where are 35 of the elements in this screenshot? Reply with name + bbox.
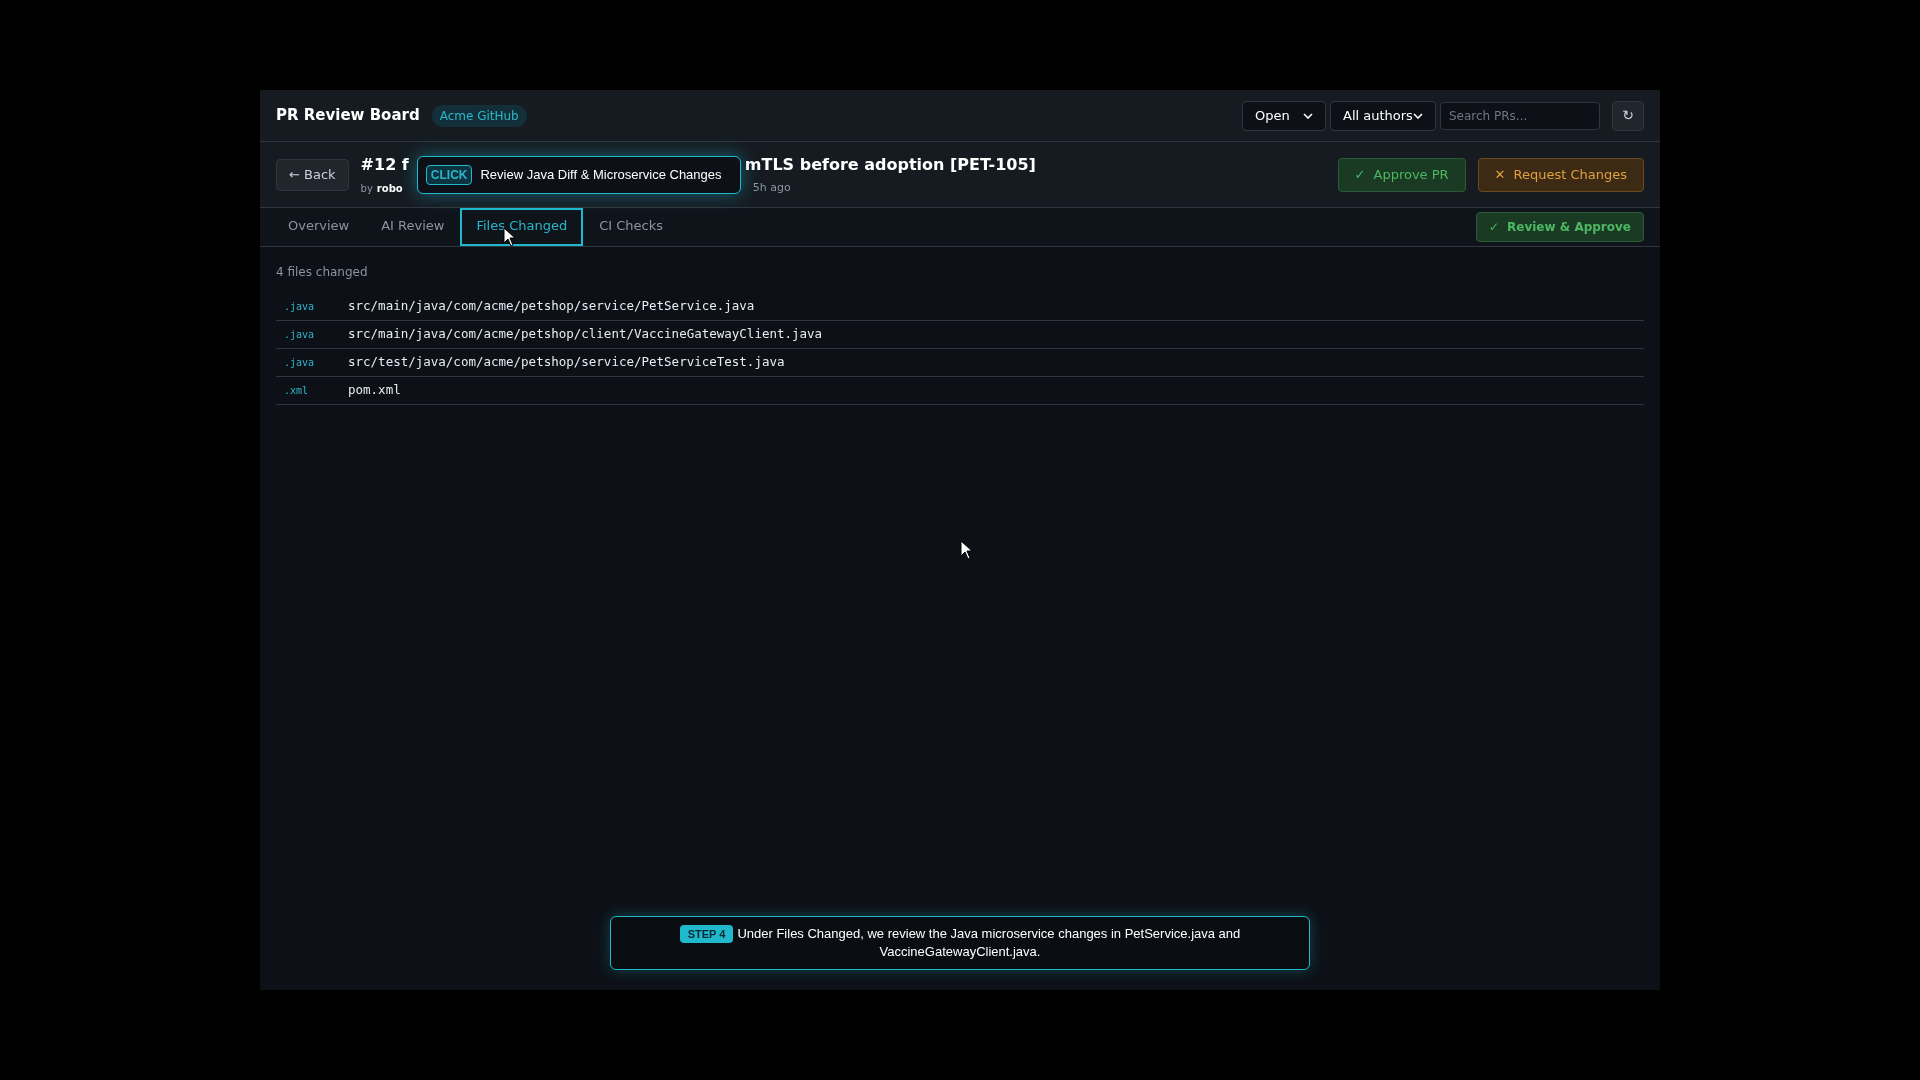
review-approve-button[interactable]: ✓ Review & Approve (1476, 212, 1644, 242)
chevron-icon (1413, 112, 1423, 119)
chevron-icon (1303, 112, 1313, 119)
file-path[interactable]: pom.xml (348, 381, 401, 400)
request-changes-button[interactable]: ✕ Request Changes (1477, 157, 1644, 192)
tab[interactable]: AI Review (365, 208, 461, 246)
tab[interactable]: Overview (272, 208, 366, 246)
cursor-icon (960, 540, 974, 560)
pr-age: 5h ago (752, 179, 792, 196)
file-path[interactable]: src/main/java/com/acme/petshop/service/PetService.java (348, 297, 755, 316)
search-field[interactable]: Search PRs... (1440, 101, 1600, 130)
pr-title: mTLS before adoption [PET-105] (744, 153, 1036, 176)
step-tag: STEP 4 (679, 925, 734, 943)
app-title: PR Review Board (276, 105, 420, 127)
action-tag: CLICK (425, 164, 473, 185)
approve-button[interactable]: ✓ Approve PR (1337, 157, 1466, 192)
pr-title: #12 f (360, 153, 409, 176)
org-tag: Acme GitHub (431, 104, 527, 127)
file-extension: .java (284, 356, 316, 370)
file-extension: .xml (284, 384, 310, 398)
back-button[interactable]: ← Back (276, 158, 349, 191)
file-extension: .java (284, 328, 316, 342)
byline-label: by (360, 181, 373, 196)
files-count: 4 files changed (276, 264, 369, 281)
file-extension: .java (284, 300, 316, 314)
tab[interactable]: CI Checks (583, 208, 679, 246)
file-path[interactable]: src/main/java/com/acme/petshop/client/VaccineGatewayClient.java (348, 325, 823, 344)
refresh-button[interactable]: ↻ (1612, 100, 1644, 131)
step-description: STEP 4 Under Files Changed, we review the Java microservice changes in PetService.java and VaccineGatewayClient.java. (635, 925, 1285, 961)
status-dropdown[interactable]: Open (1242, 100, 1326, 131)
author-name: robo (376, 181, 403, 196)
author-dropdown[interactable]: All authors (1330, 100, 1436, 131)
file-path[interactable]: src/test/java/com/acme/petshop/service/PetServiceTest.java (348, 353, 785, 372)
tab[interactable]: Files Changed (460, 208, 584, 246)
tooltip-text: Review Java Diff & Microservice Changes (480, 165, 722, 184)
